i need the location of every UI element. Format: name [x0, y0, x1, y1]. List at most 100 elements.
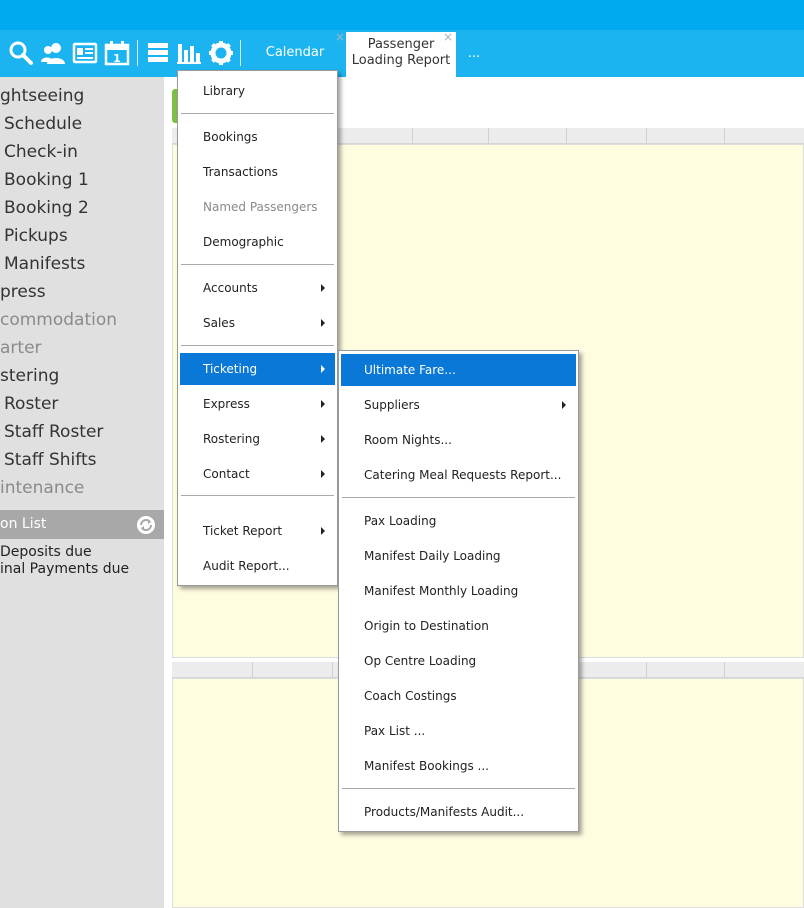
sidebar-item-ghtseeing[interactable]: ghtseeing — [0, 86, 84, 106]
submenu-arrow-icon — [321, 527, 325, 535]
menu-item-pax-loading[interactable]: Pax Loading — [341, 505, 576, 537]
sidebar-item-staff-shifts[interactable]: Staff Shifts — [4, 450, 97, 470]
menu-item-library[interactable]: Library — [180, 75, 335, 107]
menu-item-label: Bookings — [203, 130, 258, 144]
menu-item-room-nights[interactable]: Room Nights... — [341, 424, 576, 456]
search-icon[interactable] — [8, 40, 34, 66]
menu-item-express[interactable]: Express — [180, 388, 335, 420]
menu-item-label: Contact — [203, 467, 250, 481]
menu-item-products-manifests-audit[interactable]: Products/Manifests Audit... — [341, 796, 576, 828]
sidebar-section-header: on List — [0, 510, 164, 539]
menu-separator — [181, 495, 334, 496]
menu-item-contact[interactable]: Contact — [180, 458, 335, 490]
menu-item-rostering[interactable]: Rostering — [180, 423, 335, 455]
menu-item-ticketing[interactable]: Ticketing — [180, 353, 335, 385]
tab-label-line2: Loading Report — [351, 53, 451, 68]
menu-item-label: Sales — [203, 316, 235, 330]
sidebar-item-roster[interactable]: Roster — [4, 394, 58, 414]
notification-deposits-due[interactable]: Deposits due — [0, 544, 92, 560]
svg-text:1: 1 — [113, 52, 121, 65]
menu-item-ultimate-fare[interactable]: Ultimate Fare... — [341, 354, 576, 386]
tab-overflow-button[interactable]: ... — [464, 46, 484, 61]
sidebar-item-pickups[interactable]: Pickups — [4, 226, 68, 246]
menu-item-label: Manifest Monthly Loading — [364, 584, 519, 598]
sidebar-item-commodation[interactable]: commodation — [0, 310, 117, 330]
sidebar-section-label: on List — [0, 516, 47, 532]
menu-item-label: Demographic — [203, 235, 284, 249]
sidebar-item-schedule[interactable]: Schedule — [4, 114, 82, 134]
menu-separator — [181, 264, 334, 265]
menu-item-label: Pax Loading — [364, 514, 437, 528]
menu-item-label: Transactions — [203, 165, 278, 179]
sidebar-item-manifests[interactable]: Manifests — [4, 254, 85, 274]
toolbar-separator — [137, 40, 138, 66]
menu-item-audit-report[interactable]: Audit Report... — [180, 550, 335, 582]
menu-item-label: Coach Costings — [364, 689, 457, 703]
menu-item-label: Origin to Destination — [364, 619, 489, 633]
menu-item-transactions[interactable]: Transactions — [180, 156, 335, 188]
menu-item-op-centre-loading[interactable]: Op Centre Loading — [341, 645, 576, 677]
menu-item-label: Express — [203, 397, 250, 411]
tab-passenger-loading-report[interactable]: Passenger Loading Report — [346, 32, 456, 77]
sidebar-item-press[interactable]: press — [0, 282, 46, 302]
menu-item-ticket-report[interactable]: Ticket Report — [180, 515, 335, 547]
tab-calendar-close-icon[interactable]: × — [335, 30, 345, 44]
sidebar-item-booking-1[interactable]: Booking 1 — [4, 170, 89, 190]
menu-separator — [342, 788, 575, 789]
menu-item-accounts[interactable]: Accounts — [180, 272, 335, 304]
menu-item-label: Accounts — [203, 281, 258, 295]
sidebar-item-booking-2[interactable]: Booking 2 — [4, 198, 89, 218]
menu-item-sales[interactable]: Sales — [180, 307, 335, 339]
menu-item-manifest-monthly-loading[interactable]: Manifest Monthly Loading — [341, 575, 576, 607]
toolbar-separator — [240, 40, 241, 66]
sidebar-item-check-in[interactable]: Check-in — [4, 142, 78, 162]
menu-item-label: Ticket Report — [203, 524, 283, 538]
menu-item-label: Op Centre Loading — [364, 654, 477, 668]
server-icon[interactable] — [145, 40, 171, 66]
menu-item-label: Pax List ... — [364, 724, 426, 738]
notification-final-payments-due[interactable]: inal Payments due — [0, 561, 129, 577]
menu-item-pax-list[interactable]: Pax List ... — [341, 715, 576, 747]
submenu-arrow-icon — [321, 470, 325, 478]
menu-separator — [342, 497, 575, 498]
menu-item-catering-meal-requests-report[interactable]: Catering Meal Requests Report... — [341, 459, 576, 491]
sidebar-item-stering[interactable]: stering — [0, 366, 59, 386]
menu-item-label: Audit Report... — [203, 559, 290, 573]
menu-item-label: Rostering — [203, 432, 260, 446]
tab-calendar-label: Calendar — [265, 45, 325, 60]
menu-separator — [181, 113, 334, 114]
menu-item-label: Manifest Bookings ... — [364, 759, 489, 773]
submenu-arrow-icon — [321, 319, 325, 327]
menu-item-demographic[interactable]: Demographic — [180, 226, 335, 258]
tab-passenger-close-icon[interactable]: × — [443, 30, 453, 44]
menu-item-label: Suppliers — [364, 398, 420, 412]
menu-item-manifest-bookings[interactable]: Manifest Bookings ... — [341, 750, 576, 782]
submenu-arrow-icon — [321, 284, 325, 292]
sidebar-item-intenance[interactable]: intenance — [0, 478, 84, 498]
menu-item-origin-to-destination[interactable]: Origin to Destination — [341, 610, 576, 642]
menu-item-suppliers[interactable]: Suppliers — [341, 389, 576, 421]
submenu-arrow-icon — [321, 400, 325, 408]
gear-icon[interactable] — [208, 40, 234, 66]
menu-item-label: Ultimate Fare... — [364, 363, 456, 377]
bar-chart-icon[interactable] — [176, 40, 202, 66]
calendar-icon[interactable]: 1 — [104, 40, 130, 66]
contacts-icon[interactable] — [40, 40, 66, 66]
menu-item-coach-costings[interactable]: Coach Costings — [341, 680, 576, 712]
ticketing-submenu: Ultimate Fare... Suppliers Room Nights... C… — [338, 350, 579, 832]
menu-item-label: Room Nights... — [364, 433, 452, 447]
menu-separator — [181, 345, 334, 346]
tab-overflow-label: ... — [467, 46, 481, 61]
id-card-icon[interactable] — [72, 40, 98, 66]
menu-item-manifest-daily-loading[interactable]: Manifest Daily Loading — [341, 540, 576, 572]
refresh-icon[interactable] — [136, 515, 156, 535]
menu-item-label: Named Passengers — [203, 200, 318, 214]
tab-calendar[interactable]: Calendar — [252, 45, 338, 63]
reports-dropdown-menu: Library Bookings Transactions Named Passeng… — [177, 70, 338, 586]
submenu-arrow-icon — [321, 435, 325, 443]
menu-item-bookings[interactable]: Bookings — [180, 121, 335, 153]
sidebar-item-staff-roster[interactable]: Staff Roster — [4, 422, 103, 442]
sidebar-item-arter[interactable]: arter — [0, 338, 42, 358]
menu-item-label: Products/Manifests Audit... — [364, 805, 525, 819]
title-bar — [0, 0, 804, 30]
